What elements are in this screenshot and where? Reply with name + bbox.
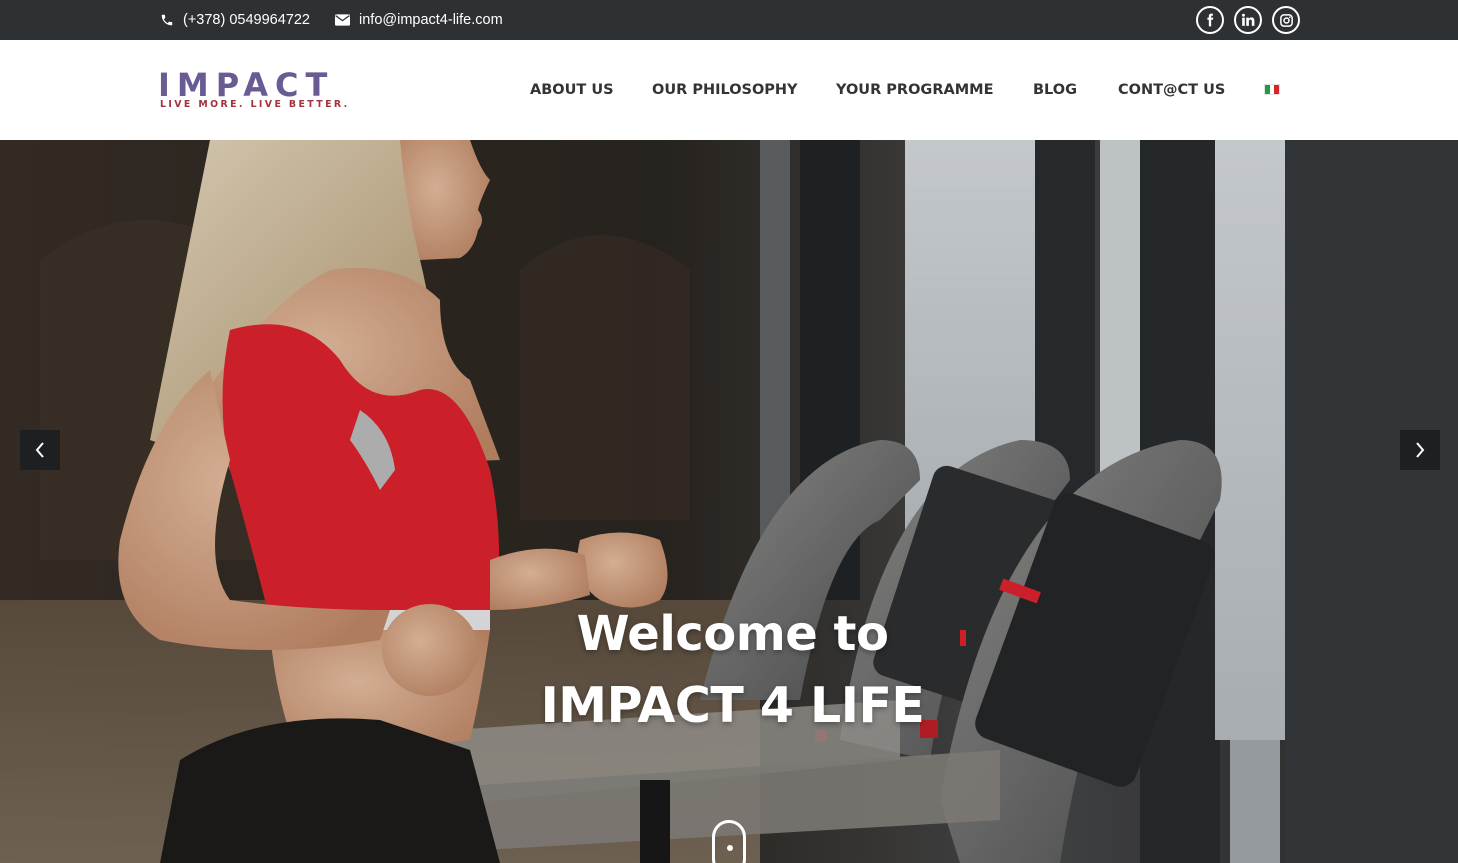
slider-next-button[interactable] (1400, 430, 1440, 470)
facebook-link[interactable] (1196, 6, 1224, 34)
phone-contact[interactable]: (+378) 0549964722 (160, 0, 310, 40)
nav-contact-us[interactable]: CONT@CT US (1118, 40, 1225, 140)
logo-tagline: LIVE MORE. LIVE BETTER. (160, 99, 350, 110)
facebook-icon (1207, 13, 1214, 27)
site-header: IMPACT LIVE MORE. LIVE BETTER. ABOUT US … (0, 40, 1458, 140)
email-address: info@impact4-life.com (359, 12, 503, 28)
email-contact[interactable]: info@impact4-life.com (335, 0, 503, 40)
scroll-dot (727, 845, 733, 851)
slider-prev-button[interactable] (20, 430, 60, 470)
hero-heading-line-2: IMPACT 4 LIFE (540, 677, 925, 734)
nav-blog[interactable]: BLOG (1033, 40, 1077, 140)
hero-heading: Welcome to IMPACT 4 LIFE (0, 598, 1458, 742)
nav-about-us[interactable]: ABOUT US (530, 40, 614, 140)
logo-wordmark: IMPACT (158, 66, 335, 104)
top-bar: (+378) 0549964722 info@impact4-life.com (0, 0, 1458, 40)
envelope-icon (335, 14, 350, 26)
logo[interactable]: IMPACT LIVE MORE. LIVE BETTER. (158, 66, 347, 114)
hero-heading-line-1: Welcome to (576, 606, 889, 662)
hero-image (0, 140, 1458, 863)
instagram-icon (1279, 13, 1293, 27)
phone-icon (161, 14, 173, 26)
phone-number: (+378) 0549964722 (183, 12, 310, 28)
hero-slider: Welcome to IMPACT 4 LIFE (0, 140, 1458, 863)
nav-your-programme[interactable]: YOUR PROGRAMME (836, 40, 993, 140)
chevron-left-icon (35, 442, 44, 458)
instagram-link[interactable] (1272, 6, 1300, 34)
chevron-right-icon (1416, 442, 1425, 458)
nav-our-philosophy[interactable]: OUR PHILOSOPHY (652, 40, 798, 140)
mouse-scroll-icon[interactable] (712, 820, 746, 863)
linkedin-icon (1242, 13, 1255, 26)
italian-flag-icon[interactable] (1264, 84, 1280, 95)
linkedin-link[interactable] (1234, 6, 1262, 34)
